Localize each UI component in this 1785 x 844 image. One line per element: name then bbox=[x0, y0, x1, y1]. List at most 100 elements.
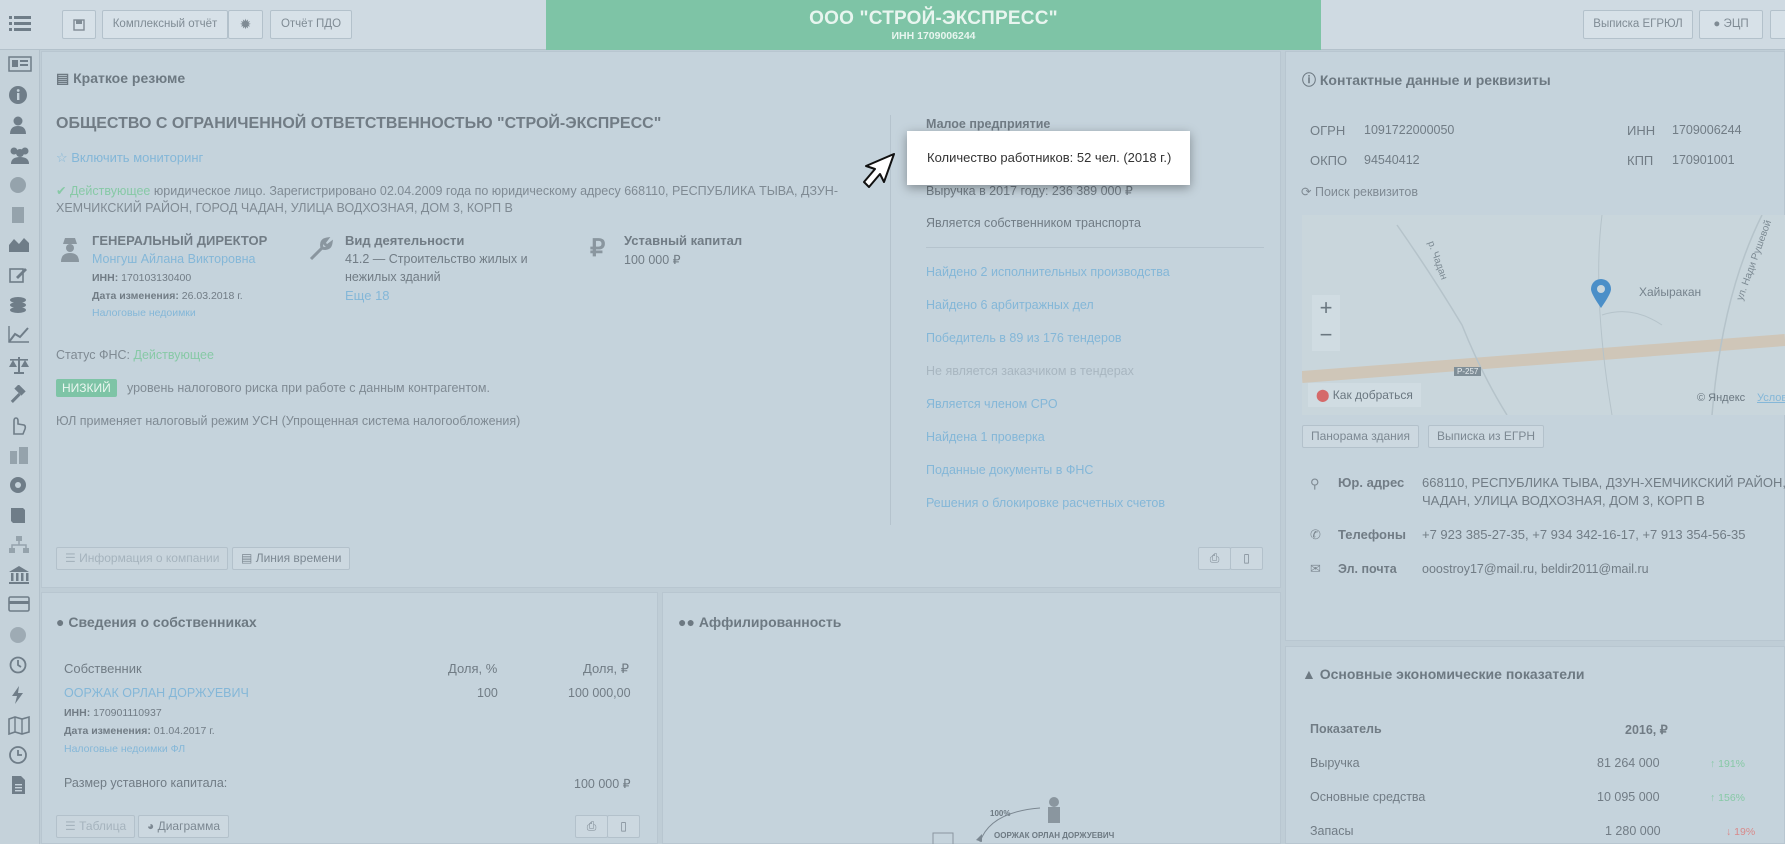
owners-print-button[interactable]: ⎙ bbox=[575, 815, 608, 838]
complex-report-button[interactable]: Комплексный отчёт bbox=[102, 10, 228, 39]
map-place-label: Хайыракан bbox=[1639, 285, 1702, 299]
credit-card-icon[interactable] bbox=[8, 595, 32, 617]
menu-icon[interactable] bbox=[9, 14, 31, 34]
pie-chart-icon[interactable] bbox=[8, 175, 32, 197]
owners-diagram-tab[interactable]: ◕ Диаграмма bbox=[138, 815, 229, 838]
area-chart-icon[interactable] bbox=[8, 235, 32, 257]
link-sro[interactable]: Является членом СРО bbox=[926, 397, 1058, 411]
coins-icon[interactable] bbox=[8, 295, 32, 317]
address-label: Юр. адрес bbox=[1338, 475, 1405, 490]
globe-icon[interactable] bbox=[8, 625, 32, 647]
owner-inn-label: ИНН: bbox=[64, 707, 91, 719]
contacts-title: Контактные данные и реквизиты bbox=[1319, 72, 1551, 88]
history-icon[interactable] bbox=[8, 655, 32, 677]
map-icon[interactable] bbox=[8, 715, 32, 737]
hand-pointer-icon[interactable] bbox=[8, 415, 32, 437]
bolt-icon[interactable] bbox=[8, 685, 32, 707]
capital-title: Уставный капитал bbox=[624, 233, 743, 248]
link-enforcement[interactable]: Найдено 2 исполнительных производства bbox=[926, 265, 1170, 279]
check-icon: ✔ bbox=[56, 184, 67, 198]
owner-tax-arrears-link[interactable]: Налоговые недоимки ФЛ bbox=[64, 743, 185, 755]
ogrn-label: ОГРН bbox=[1310, 123, 1346, 138]
address-line-2: ЧАДАН, УЛИЦА ВОДХОЗНАЯ, ДОМ 3, КОРП В bbox=[1422, 493, 1705, 508]
pdf-icon: ▯ bbox=[1243, 551, 1250, 565]
link-arbitration[interactable]: Найдено 6 арбитражных дел bbox=[926, 298, 1094, 312]
file-text-icon[interactable] bbox=[8, 775, 32, 797]
link-fns-documents[interactable]: Поданные документы в ФНС bbox=[926, 463, 1093, 477]
summary-header: ▤ Краткое резюме bbox=[56, 70, 185, 87]
clock-icon[interactable] bbox=[8, 745, 32, 767]
gavel-icon[interactable] bbox=[8, 384, 32, 407]
buildings-icon[interactable] bbox=[8, 445, 32, 467]
owner-share-pct: 100 bbox=[477, 686, 498, 700]
tax-arrears-link[interactable]: Налоговые недоимки bbox=[92, 307, 196, 319]
employees-tooltip: Количество работников: 52 чел. (2018 г.) bbox=[907, 131, 1190, 185]
owners-table-tab[interactable]: ☰ Таблица bbox=[56, 815, 136, 838]
owners-title: Сведения о собственниках bbox=[68, 614, 257, 630]
owner-name-link[interactable]: ООРЖАК ОРЛАН ДОРЖУЕВИЧ bbox=[64, 686, 249, 700]
address-line-1: 668110, РЕСПУБЛИКА ТЫВА, ДЗУН-ХЕМЧИКСКИЙ… bbox=[1422, 475, 1785, 490]
activity-line-2: нежилых зданий bbox=[345, 270, 441, 284]
document-icon[interactable] bbox=[8, 205, 32, 227]
spy-icon bbox=[60, 236, 80, 265]
activity-more-link[interactable]: Еще 18 bbox=[345, 288, 390, 303]
user-icon[interactable] bbox=[8, 115, 32, 137]
pdo-report-button[interactable]: Отчёт ПДО bbox=[270, 10, 352, 39]
col-indicator: Показатель bbox=[1310, 722, 1382, 736]
summary-card-icon[interactable] bbox=[8, 56, 32, 78]
newspaper-icon: ▤ bbox=[56, 70, 70, 86]
col-year: 2016, ₽ bbox=[1625, 723, 1668, 737]
bank-icon[interactable] bbox=[8, 565, 32, 587]
refresh-icon: ⟳ bbox=[1301, 185, 1312, 199]
line-chart-icon[interactable] bbox=[8, 325, 32, 347]
zoom-in-button[interactable]: + bbox=[1312, 295, 1340, 323]
col-owner: Собственник bbox=[64, 661, 142, 676]
owners-pdf-button[interactable]: ▯ bbox=[607, 815, 640, 838]
panorama-button[interactable]: Панорама здания bbox=[1302, 425, 1419, 448]
director-name-link[interactable]: Монгуш Айлана Викторовна bbox=[92, 252, 255, 266]
map-pin-icon[interactable] bbox=[1589, 278, 1613, 313]
map-terms-link[interactable]: Услов bbox=[1757, 392, 1785, 404]
balance-scale-icon[interactable] bbox=[8, 355, 32, 377]
summary-print-button[interactable]: ⎙ bbox=[1198, 547, 1231, 570]
zoom-out-button[interactable]: − bbox=[1312, 323, 1340, 351]
search-requisites-link[interactable]: ⟳ Поиск реквизитов bbox=[1301, 184, 1418, 199]
egrn-extract-button[interactable]: Выписка из ЕГРН bbox=[1428, 425, 1545, 448]
timeline-tab[interactable]: ▤ Линия времени bbox=[232, 547, 351, 570]
settings-button[interactable]: ✹ bbox=[228, 10, 263, 39]
phones-value: +7 923 385-27-35, +7 934 342-16-17, +7 9… bbox=[1422, 527, 1746, 542]
company-info-tab[interactable]: ☰ Информация о компании bbox=[56, 547, 229, 570]
print-icon: ⎙ bbox=[1209, 551, 1220, 565]
row-inventory-change: ↓ 19% bbox=[1726, 826, 1756, 838]
info-icon[interactable] bbox=[8, 85, 32, 107]
certificate-icon[interactable] bbox=[8, 475, 32, 497]
ruble-icon: ₽ bbox=[590, 235, 606, 262]
link-inspection[interactable]: Найдена 1 проверка bbox=[926, 430, 1045, 444]
edit-icon[interactable] bbox=[8, 265, 32, 287]
link-account-blocking[interactable]: Решения о блокировке расчетных счетов bbox=[926, 496, 1165, 510]
summary-pdf-button[interactable]: ▯ bbox=[1230, 547, 1263, 570]
contacts-header: ⓘ Контактные данные и реквизиты bbox=[1302, 70, 1551, 90]
ecp-button[interactable]: ● ЭЦП bbox=[1699, 10, 1763, 39]
map[interactable]: Хайыракан р. Чадан ул. Нади Рушевой Р-25… bbox=[1302, 215, 1785, 415]
book-icon[interactable] bbox=[8, 505, 32, 527]
dot-icon: ● bbox=[1713, 18, 1724, 30]
fns-status-label: Статус ФНС: bbox=[56, 348, 134, 362]
directions-button[interactable]: ⬤ Как добраться bbox=[1308, 383, 1421, 407]
save-button[interactable] bbox=[62, 10, 96, 39]
affiliation-header: ●● Аффилированность bbox=[678, 614, 841, 630]
monitoring-link[interactable]: ☆ Включить мониторинг bbox=[56, 150, 203, 166]
extra-button[interactable] bbox=[1770, 10, 1785, 39]
row-revenue-name: Выручка bbox=[1310, 756, 1360, 770]
owner-inn-value: 170901110937 bbox=[90, 707, 162, 719]
owners-header: ● Сведения о собственниках bbox=[56, 614, 257, 630]
status-word: Действующее bbox=[69, 184, 151, 198]
economics-title: Основные экономические показатели bbox=[1319, 666, 1585, 682]
wrench-icon bbox=[308, 236, 334, 265]
kpp-label: КПП bbox=[1627, 153, 1654, 168]
link-tenders-winner[interactable]: Победитель в 89 из 176 тендеров bbox=[926, 331, 1122, 345]
users-small-icon: ●● bbox=[678, 614, 695, 630]
users-icon[interactable] bbox=[8, 145, 32, 167]
org-chart-icon[interactable] bbox=[8, 535, 32, 557]
egrul-extract-button[interactable]: Выписка ЕГРЮЛ bbox=[1583, 10, 1693, 39]
